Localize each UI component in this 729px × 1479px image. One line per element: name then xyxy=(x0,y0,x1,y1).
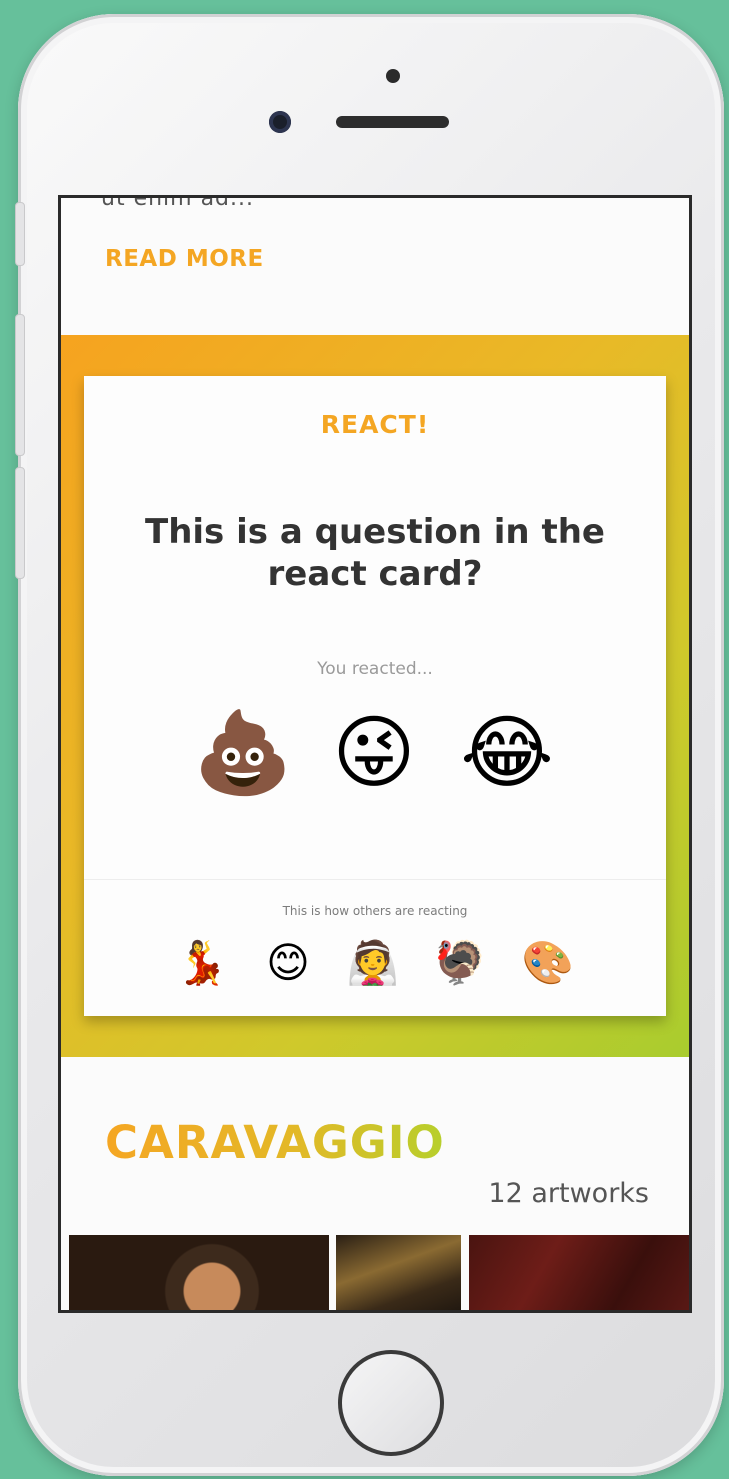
mute-switch xyxy=(15,202,25,266)
app-screen: ut enim ad... READ MORE REACT! This is a… xyxy=(58,195,692,1313)
you-reacted-label: You reacted... xyxy=(317,659,433,679)
react-card: REACT! This is a question in the react c… xyxy=(84,376,666,1016)
bride-icon: 👰 xyxy=(346,938,400,987)
card-divider xyxy=(84,879,666,880)
react-card-title: REACT! xyxy=(320,410,430,439)
winking-tongue-face-icon[interactable]: 😜 xyxy=(327,706,421,800)
artwork-thumbnail[interactable] xyxy=(469,1235,689,1310)
artwork-thumbnail[interactable] xyxy=(336,1235,461,1310)
front-camera xyxy=(269,111,291,133)
react-question: This is a question in the react card? xyxy=(145,512,605,594)
proximity-sensor xyxy=(386,69,400,83)
earpiece-speaker xyxy=(336,116,449,128)
artwork-thumbnail[interactable] xyxy=(69,1235,329,1310)
artist-palette-icon: 🎨 xyxy=(521,938,575,987)
volume-up-button xyxy=(15,314,25,456)
tears-of-joy-face-icon[interactable]: 😂 xyxy=(460,706,554,800)
artist-title[interactable]: CARAVAGGIO xyxy=(105,1116,445,1169)
read-more-link[interactable]: READ MORE xyxy=(105,246,264,272)
smiling-face-icon: 😊 xyxy=(266,938,310,987)
volume-down-button xyxy=(15,467,25,579)
artist-name: CARAVAGGIO xyxy=(105,1116,445,1169)
others-reacting-label: This is how others are reacting xyxy=(282,904,468,918)
artwork-count: 12 artworks xyxy=(488,1178,649,1209)
article-snippet: ut enim ad... xyxy=(101,195,255,211)
home-button[interactable] xyxy=(338,1350,444,1456)
turkey-icon: 🦃 xyxy=(433,938,487,987)
dancer-icon: 💃 xyxy=(175,938,229,987)
pile-of-poo-icon[interactable]: 💩 xyxy=(193,706,293,800)
